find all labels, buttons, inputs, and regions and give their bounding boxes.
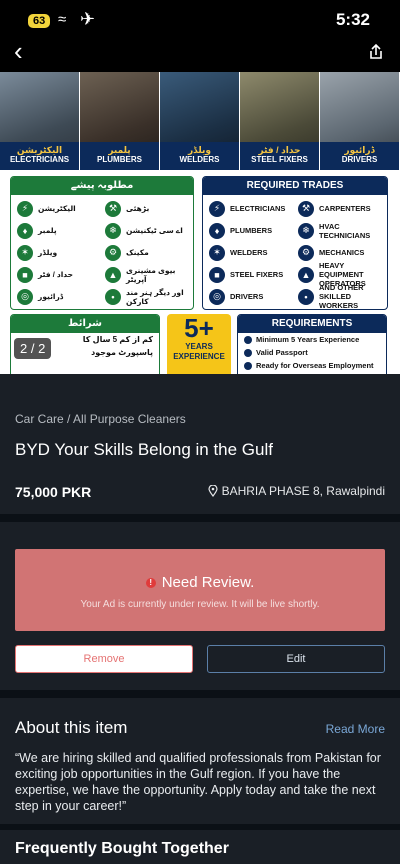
frequently-bought-section: Frequently Bought Together (0, 830, 400, 864)
experience-badge: 5+ YEARS EXPERIENCE (167, 314, 231, 374)
listing-details: Car Care / All Purpose Cleaners BYD Your… (0, 374, 400, 514)
airplane-icon: ✈ (80, 9, 96, 29)
photo-electricians: الیکٹریشن ELECTRICIANS (0, 72, 80, 170)
divider (0, 690, 400, 698)
english-trades-panel: REQUIRED TRADES ⚡ ELECTRICIANS ⚒ CARPENTER… (202, 176, 388, 310)
photo-steel-fixers: حداد / فٹر STEEL FIXERS (240, 72, 320, 170)
read-more-link[interactable]: Read More (326, 722, 385, 736)
image-counter: 2 / 2 (14, 338, 52, 359)
fbt-title: Frequently Bought Together (15, 840, 229, 857)
review-subtitle: Your Ad is currently under review. It wi… (80, 599, 320, 610)
about-description: “We are hiring skilled and qualified pro… (15, 751, 381, 813)
trade-photos: الیکٹریشن ELECTRICIANS پلمبر PLUMBERS ویلڈ… (0, 72, 400, 170)
listing-title: BYD Your Skills Belong in the Gulf (15, 440, 273, 459)
about-title: About this item (15, 718, 128, 737)
alert-icon: ! (145, 577, 156, 588)
back-arrow-icon[interactable]: ‹ (14, 38, 23, 64)
status-bar: 63 ≈ ✈ 5:32 (0, 0, 400, 44)
about-section: About this item Read More “We are hiring… (0, 698, 400, 824)
photo-welders: ویلڈر WELDERS (160, 72, 240, 170)
ad-image[interactable]: الیکٹریشن ELECTRICIANS پلمبر PLUMBERS ویلڈ… (0, 72, 400, 374)
requirements-panel: REQUIREMENTS Minimum 5 Years Experience … (237, 314, 387, 374)
review-title: Need Review. (161, 574, 255, 591)
remove-button[interactable]: Remove (15, 645, 193, 673)
photo-drivers: ڈرائیور DRIVERS (320, 72, 400, 170)
listing-location: BAHRIA PHASE 8, Rawalpindi (207, 484, 385, 498)
ad-status-section: ! Need Review. Your Ad is currently unde… (0, 522, 400, 690)
review-banner: ! Need Review. Your Ad is currently unde… (15, 549, 385, 631)
divider (0, 514, 400, 522)
location-pin-icon (207, 485, 218, 497)
photo-plumbers: پلمبر PLUMBERS (80, 72, 160, 170)
top-bar: 63 ≈ ✈ 5:32 ‹ (0, 0, 400, 72)
urdu-trades-panel: مطلوبہ پیشے ⚡ الیکٹریشن ⚒ بڑھئی ♦ پلمبر ❄ اے… (10, 176, 194, 310)
edit-button[interactable]: Edit (207, 645, 385, 673)
listing-price: 75,000 PKR (15, 484, 92, 500)
battery-indicator: 63 (28, 14, 51, 28)
status-time: 5:32 (335, 10, 370, 29)
share-icon[interactable] (366, 42, 386, 62)
listing-category: Car Care / All Purpose Cleaners (15, 412, 186, 426)
wifi-icon: ≈ (58, 11, 67, 28)
